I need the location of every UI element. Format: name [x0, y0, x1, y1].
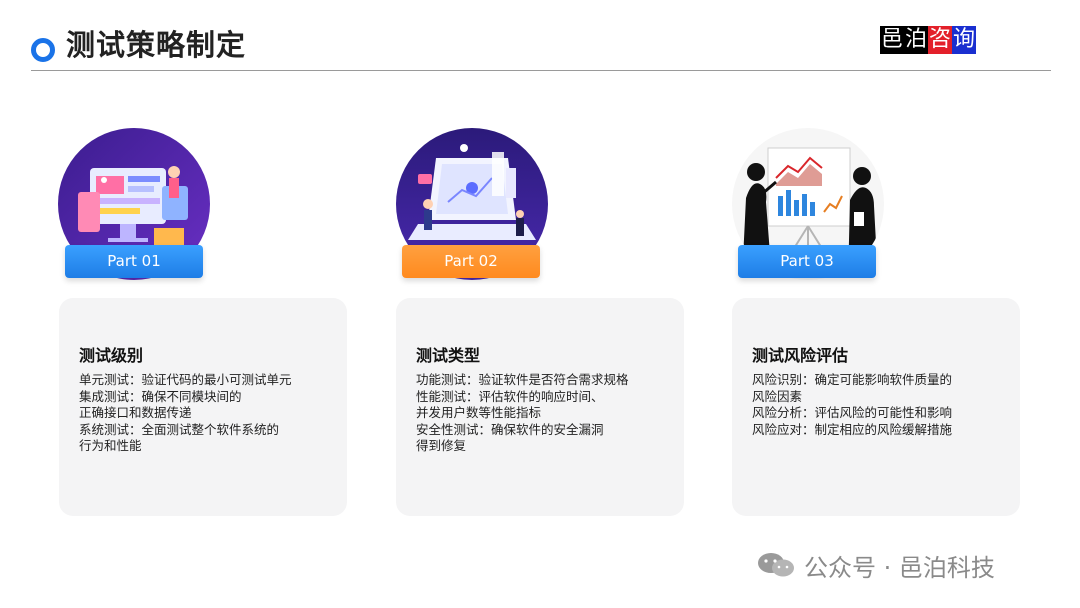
card-line: 单元测试：验证代码的最小可测试单元 — [79, 372, 292, 387]
card-title: 测试风险评估 — [752, 346, 849, 365]
card-test-types: 测试类型 功能测试：验证软件是否符合需求规格 性能测试：评估软件的响应时间、 并… — [396, 298, 684, 516]
logo-char-3: 咨 — [928, 26, 953, 54]
card-title: 测试级别 — [79, 346, 144, 365]
brand-logo: 邑 泊 咨 询 — [880, 26, 977, 54]
card-body: 风险识别：确定可能影响软件质量的 风险因素 风险分析：评估风险的可能性和影响 风… — [752, 372, 1012, 438]
logo-char-4: 询 — [952, 26, 977, 54]
card-line: 风险识别：确定可能影响软件质量的 — [752, 372, 953, 387]
part-03-badge: Part 03 — [738, 245, 876, 278]
card-risk-assessment: 测试风险评估 风险识别：确定可能影响软件质量的 风险因素 风险分析：评估风险的可… — [732, 298, 1020, 516]
card-line: 系统测试：全面测试整个软件系统的 — [79, 421, 280, 437]
card-line: 行为和性能 — [79, 438, 142, 453]
card-test-levels: 测试级别 单元测试：验证代码的最小可测试单元 集成测试：确保不同模块间的 正确接… — [59, 298, 347, 516]
card-line: 安全性测试：确保软件的安全漏洞 — [416, 421, 604, 437]
card-line: 风险因素 — [752, 388, 803, 404]
card-line: 集成测试：确保不同模块间的 — [79, 388, 242, 404]
card-body: 单元测试：验证代码的最小可测试单元 集成测试：确保不同模块间的 正确接口和数据传… — [79, 372, 339, 455]
card-body: 功能测试：验证软件是否符合需求规格 性能测试：评估软件的响应时间、 并发用户数等… — [416, 372, 676, 455]
card-line: 功能测试：验证软件是否符合需求规格 — [416, 372, 629, 387]
card-line: 风险应对：制定相应的风险缓解措施 — [752, 421, 953, 437]
card-line: 正确接口和数据传递 — [79, 405, 192, 420]
header-bullet-icon — [31, 38, 55, 62]
logo-char-1: 邑 — [880, 26, 905, 54]
logo-char-2: 泊 — [904, 26, 929, 54]
card-line: 风险分析：评估风险的可能性和影响 — [752, 405, 953, 420]
header-divider — [31, 70, 1051, 71]
wechat-watermark: 公众号 · 邑泊科技 — [756, 548, 995, 582]
part-01-badge: Part 01 — [65, 245, 203, 278]
card-line: 得到修复 — [416, 438, 467, 453]
card-title: 测试类型 — [416, 346, 481, 365]
card-line: 并发用户数等性能指标 — [416, 405, 542, 420]
wechat-icon — [758, 553, 794, 577]
watermark-text: 公众号 · 邑泊科技 — [804, 553, 995, 582]
card-line: 性能测试：评估软件的响应时间、 — [416, 388, 604, 404]
part-02-badge: Part 02 — [402, 245, 540, 278]
page-title: 测试策略制定 — [66, 28, 247, 62]
